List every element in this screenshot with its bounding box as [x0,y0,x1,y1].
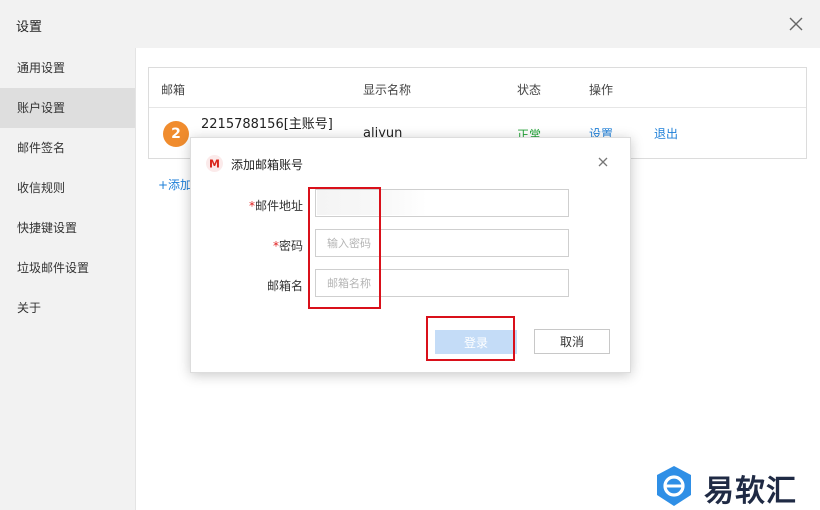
window-header: 设置 [0,0,820,48]
password-input[interactable] [315,229,569,257]
header-actions: 操作 [589,83,614,97]
close-icon[interactable] [786,14,806,34]
mail-app-logo-icon: M [206,155,223,172]
cancel-button[interactable]: 取消 [534,329,610,354]
mail-app-logo-letter: M [209,158,220,171]
header-status: 状态 [517,83,542,97]
sidebar-item-signature[interactable]: 邮件签名 [0,128,135,168]
email-label-text: 邮件地址 [254,199,303,213]
header-display-name: 显示名称 [363,83,412,97]
dialog-close-icon[interactable] [596,155,610,169]
email-field-label: *邮件地址 [191,197,303,214]
window-title: 设置 [16,20,43,35]
settings-sidebar: 通用设置 账户设置 邮件签名 收信规则 快捷键设置 垃圾邮件设置 关于 [0,48,136,510]
email-address-input[interactable] [315,189,569,217]
sidebar-item-rules[interactable]: 收信规则 [0,168,135,208]
dialog-title: 添加邮箱账号 [231,158,304,172]
watermark-logo-icon [654,464,694,510]
header-mailbox: 邮箱 [161,83,186,97]
password-field-label: *密码 [191,237,303,254]
add-mailbox-dialog: M 添加邮箱账号 *邮件地址 *密码 邮箱名 登录 取消 [190,137,631,373]
mailbox-name-input[interactable] [315,269,569,297]
sidebar-item-account[interactable]: 账户设置 [0,88,135,128]
sidebar-item-spam[interactable]: 垃圾邮件设置 [0,248,135,288]
account-logout-link[interactable]: 退出 [654,125,678,142]
add-account-link[interactable]: +添加 [158,176,192,193]
sidebar-item-shortcuts[interactable]: 快捷键设置 [0,208,135,248]
sidebar-item-general[interactable]: 通用设置 [0,48,135,88]
table-header: 邮箱 显示名称 状态 操作 [149,68,806,108]
login-button[interactable]: 登录 [435,330,517,354]
sidebar-item-about[interactable]: 关于 [0,288,135,328]
watermark-text: 易软汇 [704,474,797,509]
account-mailbox: 2215788156[主账号] [201,117,333,132]
mailbox-name-label: 邮箱名 [266,279,303,293]
password-label-text: 密码 [278,239,303,253]
account-index-badge: 2 [163,121,189,147]
watermark: 易软汇 [650,460,820,510]
